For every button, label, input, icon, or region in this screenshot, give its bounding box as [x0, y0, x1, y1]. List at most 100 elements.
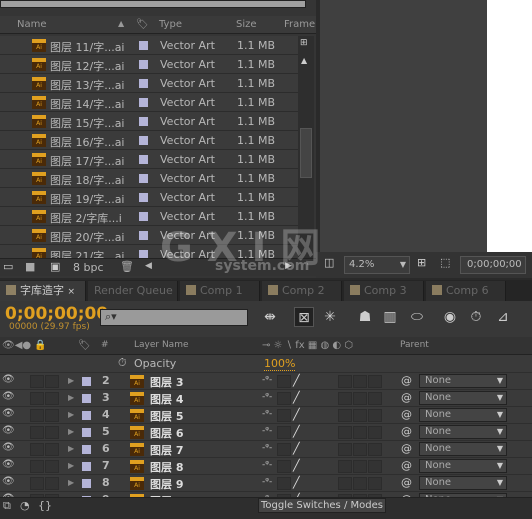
- label-swatch[interactable]: [82, 479, 91, 488]
- tab-1[interactable]: Render Queue: [88, 281, 178, 301]
- safe-margins-icon[interactable]: ⊞: [417, 256, 426, 269]
- label-swatch[interactable]: [139, 79, 148, 88]
- pick-whip-icon[interactable]: @: [401, 425, 412, 438]
- collapse-switch[interactable]: [277, 409, 291, 422]
- transfer-controls-icon[interactable]: ◔: [20, 499, 30, 512]
- 3d-switch[interactable]: [368, 375, 382, 388]
- layer-name[interactable]: 图层 4: [150, 391, 183, 407]
- label-swatch[interactable]: [82, 462, 91, 471]
- layer-row[interactable]: 👁 ▶ 6 Ai 图层 7 -ᵠ- ╱ @ None ▼: [0, 440, 532, 457]
- bpc-button[interactable]: 8 bpc: [73, 261, 104, 274]
- motion-blur-switch[interactable]: [353, 392, 367, 405]
- lock-switch[interactable]: [45, 375, 59, 388]
- fx-switch[interactable]: [338, 392, 352, 405]
- eye-icon[interactable]: 👁: [2, 425, 15, 436]
- eye-icon[interactable]: 👁: [2, 442, 15, 453]
- solo-switch[interactable]: [30, 477, 44, 490]
- motion-blur-switch[interactable]: [353, 477, 367, 490]
- close-icon[interactable]: ×: [68, 287, 76, 297]
- fx-switch[interactable]: [338, 409, 352, 422]
- lock-switch[interactable]: [45, 409, 59, 422]
- project-item[interactable]: Ai 图层 13/字...ai Vector Art 1.1 MB: [0, 74, 298, 93]
- expand-triangle-icon[interactable]: ▶: [68, 444, 74, 453]
- lock-switch[interactable]: [45, 477, 59, 490]
- parent-select[interactable]: None ▼: [419, 459, 507, 473]
- eye-icon[interactable]: 👁: [2, 408, 15, 419]
- col-parent[interactable]: Parent: [400, 340, 429, 350]
- solo-switch[interactable]: [30, 443, 44, 456]
- property-value[interactable]: 100%: [264, 357, 296, 371]
- label-swatch[interactable]: [82, 377, 91, 386]
- label-swatch[interactable]: [139, 174, 148, 183]
- comp-canvas[interactable]: [487, 0, 532, 252]
- expand-triangle-icon[interactable]: ▶: [68, 427, 74, 436]
- solo-switch[interactable]: [30, 392, 44, 405]
- motion-blur-switch[interactable]: [353, 460, 367, 473]
- quality-icon[interactable]: ╱: [293, 408, 300, 421]
- lock-switch[interactable]: [45, 392, 59, 405]
- parent-select[interactable]: None ▼: [419, 391, 507, 405]
- label-swatch[interactable]: [139, 41, 148, 50]
- project-item[interactable]: Ai 图层 15/字...ai Vector Art 1.1 MB: [0, 112, 298, 131]
- label-swatch[interactable]: [82, 445, 91, 454]
- motion-blur-switch[interactable]: [353, 409, 367, 422]
- fx-switch[interactable]: [338, 443, 352, 456]
- eye-icon[interactable]: 👁: [2, 374, 15, 385]
- scroll-left-icon[interactable]: ◀: [145, 261, 152, 271]
- label-swatch[interactable]: [139, 193, 148, 202]
- layer-row[interactable]: 👁 ▶ 4 Ai 图层 5 -ᵠ- ╱ @ None ▼: [0, 406, 532, 423]
- current-timecode[interactable]: 0;00;00;00: [5, 304, 108, 324]
- 3d-switch[interactable]: [368, 392, 382, 405]
- layer-name[interactable]: 图层 3: [150, 374, 183, 390]
- collapse-switch[interactable]: [277, 375, 291, 388]
- 3d-switch[interactable]: [368, 409, 382, 422]
- fx-switch[interactable]: [338, 460, 352, 473]
- collapse-switch[interactable]: [277, 460, 291, 473]
- project-item[interactable]: Ai 图层 20/字...ai Vector Art 1.1 MB: [0, 226, 298, 245]
- project-item[interactable]: Ai 图层 11/字...ai Vector Art 1.1 MB: [0, 36, 298, 55]
- mask-toggle-icon[interactable]: ⬚: [440, 256, 450, 269]
- col-frame[interactable]: Frame: [284, 19, 315, 30]
- brainstorm-icon[interactable]: ◉: [440, 307, 460, 327]
- label-swatch[interactable]: [82, 428, 91, 437]
- tab-0[interactable]: 字库造字 ×: [0, 281, 86, 301]
- motion-blur-icon[interactable]: ⬭: [407, 307, 427, 327]
- pick-whip-icon[interactable]: @: [401, 459, 412, 472]
- layer-row[interactable]: 👁 ▶ 5 Ai 图层 6 -ᵠ- ╱ @ None ▼: [0, 423, 532, 440]
- tab-4[interactable]: Comp 3: [344, 281, 424, 301]
- live-update-icon[interactable]: ⊠: [294, 307, 314, 327]
- project-item[interactable]: Ai 图层 12/字...ai Vector Art 1.1 MB: [0, 55, 298, 74]
- solo-switch[interactable]: [30, 460, 44, 473]
- shy-switch-icon[interactable]: -ᵠ-: [262, 409, 272, 419]
- label-swatch[interactable]: [82, 394, 91, 403]
- layer-row[interactable]: 👁 ▶ 8 Ai 图层 9 -ᵠ- ╱ @ None ▼: [0, 474, 532, 491]
- pick-whip-icon[interactable]: @: [401, 476, 412, 489]
- label-swatch[interactable]: [82, 411, 91, 420]
- fx-switch[interactable]: [338, 426, 352, 439]
- label-swatch[interactable]: [139, 231, 148, 240]
- frame-blending-icon[interactable]: ▥: [380, 307, 400, 327]
- project-item[interactable]: Ai 图层 16/字...ai Vector Art 1.1 MB: [0, 131, 298, 150]
- solo-switch[interactable]: [30, 426, 44, 439]
- collapse-switch[interactable]: [277, 426, 291, 439]
- layer-name[interactable]: 图层 6: [150, 425, 183, 441]
- new-folder-icon[interactable]: ■: [25, 260, 35, 273]
- col-type[interactable]: Type: [159, 19, 182, 30]
- collapse-switch[interactable]: [277, 443, 291, 456]
- layer-name[interactable]: 图层 8: [150, 459, 183, 475]
- shy-switch-icon[interactable]: -ᵠ-: [262, 460, 272, 470]
- pick-whip-icon[interactable]: @: [401, 442, 412, 455]
- eye-icon[interactable]: 👁: [2, 476, 15, 487]
- zoom-select[interactable]: 4.2% ▼: [344, 256, 410, 274]
- label-swatch[interactable]: [139, 60, 148, 69]
- tab-5[interactable]: Comp 6: [426, 281, 506, 301]
- comp-mini-flowchart-icon[interactable]: ⇼: [260, 307, 280, 327]
- new-comp-icon[interactable]: ▣: [50, 260, 60, 273]
- region-icon[interactable]: ◫: [324, 256, 334, 269]
- project-item[interactable]: Ai 图层 14/字...ai Vector Art 1.1 MB: [0, 93, 298, 112]
- eye-icon[interactable]: 👁: [2, 459, 15, 470]
- layer-row[interactable]: 👁 ▶ 7 Ai 图层 8 -ᵠ- ╱ @ None ▼: [0, 457, 532, 474]
- col-num[interactable]: #: [101, 340, 109, 350]
- parent-select[interactable]: None ▼: [419, 408, 507, 422]
- tab-3[interactable]: Comp 2: [262, 281, 342, 301]
